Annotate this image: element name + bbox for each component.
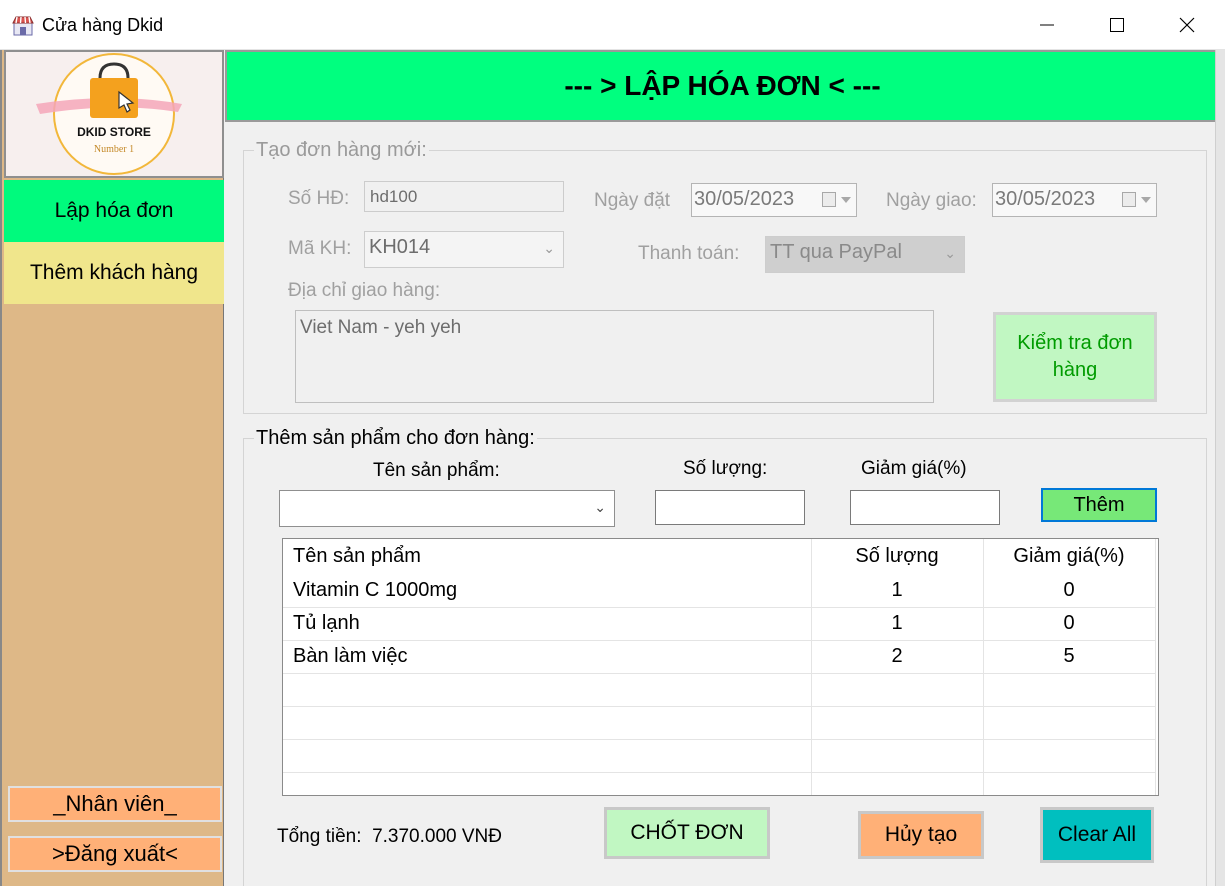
logo-tagline: Number 1 xyxy=(94,144,134,155)
maximize-icon xyxy=(1110,18,1124,32)
table-row-empty xyxy=(283,707,1155,740)
maximize-button[interactable] xyxy=(1082,0,1152,50)
main-panel: --- > LẬP HÓA ĐƠN < --- Tạo đơn hàng mới… xyxy=(225,50,1220,886)
product-table[interactable]: Tên sản phẩm Số lượng Giảm giá(%) Vitami… xyxy=(282,538,1159,796)
quantity-input[interactable] xyxy=(655,490,805,525)
confirm-order-button[interactable]: CHỐT ĐƠN xyxy=(604,807,770,859)
cell-product: Tủ lạnh xyxy=(293,612,360,634)
add-product-button[interactable]: Thêm xyxy=(1041,488,1157,522)
add-product-legend: Thêm sản phẩm cho đơn hàng: xyxy=(254,427,537,450)
order-date-label: Ngày đặt xyxy=(594,190,671,211)
customer-id-combobox[interactable]: KH014 ⌄ xyxy=(364,231,564,268)
minimize-button[interactable] xyxy=(1012,0,1082,50)
total-display: Tổng tiền: 7.370.000 VNĐ xyxy=(277,826,502,848)
chevron-down-icon: ⌄ xyxy=(944,245,956,261)
table-header: Tên sản phẩm Số lượng Giảm giá(%) xyxy=(283,541,1155,574)
sidebar-item-invoice[interactable]: Lập hóa đơn xyxy=(4,180,224,242)
delivery-date-picker[interactable]: 30/05/2023 xyxy=(992,183,1157,217)
table-row[interactable]: Tủ lạnh 1 0 xyxy=(283,608,1155,641)
payment-combobox[interactable]: TT qua PayPal ⌄ xyxy=(765,236,965,273)
cell-discount: 0 xyxy=(1063,579,1075,601)
delivery-date-label: Ngày giao: xyxy=(886,190,977,211)
column-header-discount[interactable]: Giảm giá(%) xyxy=(983,545,1155,568)
cell-product: Bàn làm việc xyxy=(293,645,408,667)
order-date-picker[interactable]: 30/05/2023 xyxy=(691,183,857,217)
table-row-empty xyxy=(283,773,1155,795)
sidebar-item-add-customer[interactable]: Thêm khách hàng xyxy=(4,242,224,304)
cell-quantity: 2 xyxy=(891,645,903,667)
discount-input[interactable] xyxy=(850,490,1000,525)
cell-discount: 0 xyxy=(1063,612,1075,634)
table-row-empty xyxy=(283,674,1155,707)
address-label: Địa chỉ giao hàng: xyxy=(288,280,441,301)
window-title: Cửa hàng Dkid xyxy=(42,15,164,35)
table-row[interactable]: Vitamin C 1000mg 1 0 xyxy=(283,575,1155,608)
staff-button[interactable]: _Nhân viên_ xyxy=(8,786,222,822)
quantity-label: Số lượng: xyxy=(683,458,768,479)
minimize-icon xyxy=(1040,24,1054,26)
calendar-icon xyxy=(822,192,836,207)
cell-product: Vitamin C 1000mg xyxy=(293,579,458,601)
cell-quantity: 1 xyxy=(891,579,903,601)
chevron-down-icon: ⌄ xyxy=(594,499,606,515)
total-label: Tổng tiền: xyxy=(277,826,362,847)
window-edge xyxy=(1215,50,1225,886)
close-button[interactable] xyxy=(1152,0,1222,50)
dropdown-arrow-icon xyxy=(1141,197,1151,203)
cell-quantity: 1 xyxy=(891,612,903,634)
table-row[interactable]: Bàn làm việc 2 5 xyxy=(283,641,1155,674)
check-order-button[interactable]: Kiểm tra đơn hàng xyxy=(993,312,1157,402)
logo-title: DKID STORE xyxy=(77,125,151,139)
new-order-legend: Tạo đơn hàng mới: xyxy=(254,139,429,162)
column-divider xyxy=(1155,539,1156,795)
column-header-product[interactable]: Tên sản phẩm xyxy=(293,545,421,568)
logout-button[interactable]: >Đăng xuất< xyxy=(8,836,222,872)
order-date-value: 30/05/2023 xyxy=(694,188,795,210)
payment-label: Thanh toán: xyxy=(638,243,740,264)
column-header-quantity[interactable]: Số lượng xyxy=(811,545,983,568)
store-icon xyxy=(12,16,34,36)
payment-value: TT qua PayPal xyxy=(770,241,902,263)
cancel-button[interactable]: Hủy tạo xyxy=(858,811,984,859)
dropdown-arrow-icon xyxy=(841,197,851,203)
customer-id-label: Mã KH: xyxy=(288,238,352,259)
address-textarea[interactable]: Viet Nam - yeh yeh xyxy=(295,310,934,403)
calendar-icon xyxy=(1122,192,1136,207)
sidebar: DKID STORE Number 1 Lập hóa đơn Thêm khá… xyxy=(0,50,224,886)
product-combobox[interactable]: ⌄ xyxy=(279,490,615,527)
table-row-empty xyxy=(283,740,1155,773)
customer-id-value: KH014 xyxy=(369,236,431,258)
store-logo: DKID STORE Number 1 xyxy=(4,50,224,178)
discount-label: Giảm giá(%) xyxy=(861,458,967,479)
close-icon xyxy=(1179,17,1195,33)
chevron-down-icon: ⌄ xyxy=(543,240,555,256)
product-name-label: Tên sản phẩm: xyxy=(373,460,500,481)
total-value: 7.370.000 VNĐ xyxy=(372,826,502,847)
page-title: --- > LẬP HÓA ĐƠN < --- xyxy=(225,50,1220,122)
delivery-date-value: 30/05/2023 xyxy=(995,188,1096,210)
cell-discount: 5 xyxy=(1063,645,1075,667)
invoice-no-field[interactable]: hd100 xyxy=(364,181,564,212)
title-bar: Cửa hàng Dkid xyxy=(0,0,1225,50)
clear-all-button[interactable]: Clear All xyxy=(1040,807,1154,863)
invoice-no-label: Số HĐ: xyxy=(288,188,350,209)
logo-image: DKID STORE Number 1 xyxy=(36,53,182,175)
